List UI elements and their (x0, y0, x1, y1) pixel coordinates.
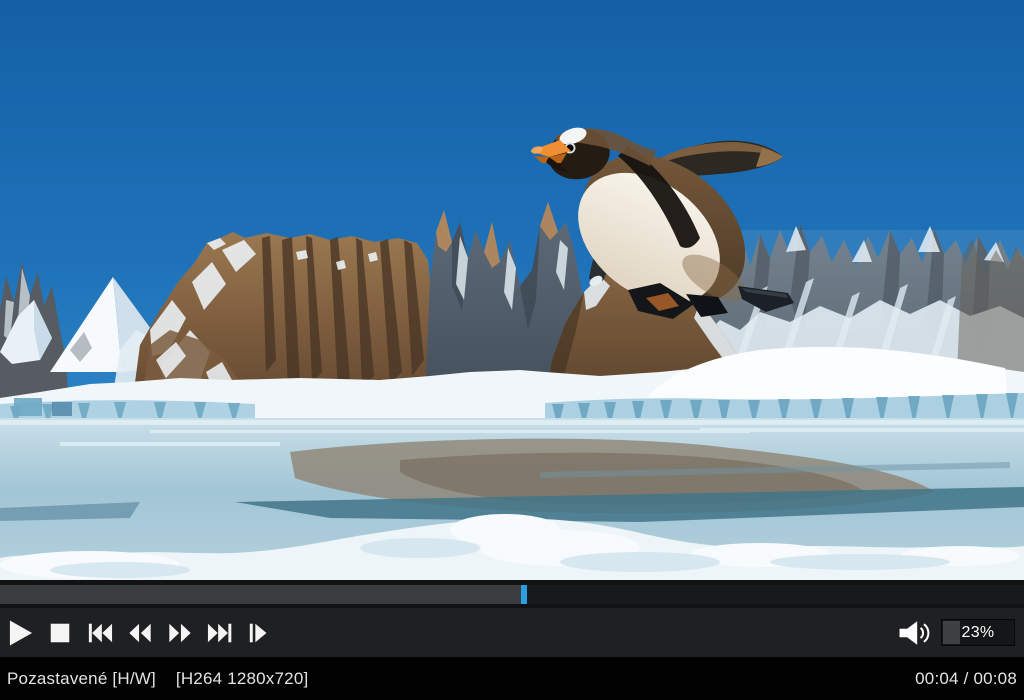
rewind-icon (127, 620, 153, 646)
skip-forward-button[interactable] (200, 608, 240, 657)
rewind-button[interactable] (120, 608, 160, 657)
status-state: Pozastavené [H/W] (7, 669, 156, 689)
frame-step-icon (247, 620, 273, 646)
skip-back-button[interactable] (80, 608, 120, 657)
fast-forward-icon (167, 620, 193, 646)
play-button[interactable] (0, 608, 40, 657)
transport-toolbar: 23% (0, 608, 1024, 657)
video-frame-art (0, 0, 1024, 580)
skip-forward-icon (207, 620, 233, 646)
volume-slider[interactable]: 23% (941, 619, 1015, 646)
status-bar: Pozastavené [H/W] [H264 1280x720] 00:04 … (0, 657, 1024, 700)
status-codec: [H264 1280x720] (176, 669, 309, 689)
frame-step-button[interactable] (240, 608, 280, 657)
video-display[interactable] (0, 0, 1024, 580)
seek-bar[interactable] (0, 580, 1024, 608)
stop-icon (47, 620, 73, 646)
seek-thumb[interactable] (521, 585, 527, 604)
volume-percent-label: 23% (942, 620, 1014, 645)
speaker-icon[interactable] (897, 618, 934, 648)
volume-controls: 23% (897, 618, 1024, 648)
status-time: 00:04 / 00:08 (915, 669, 1017, 689)
play-icon (7, 618, 34, 648)
fast-forward-button[interactable] (160, 608, 200, 657)
media-player-window: 23% Pozastavené [H/W] [H264 1280x720] 00… (0, 0, 1024, 700)
skip-back-icon (87, 620, 113, 646)
seek-track[interactable] (0, 585, 1024, 604)
seek-progress (0, 585, 523, 604)
stop-button[interactable] (40, 608, 80, 657)
